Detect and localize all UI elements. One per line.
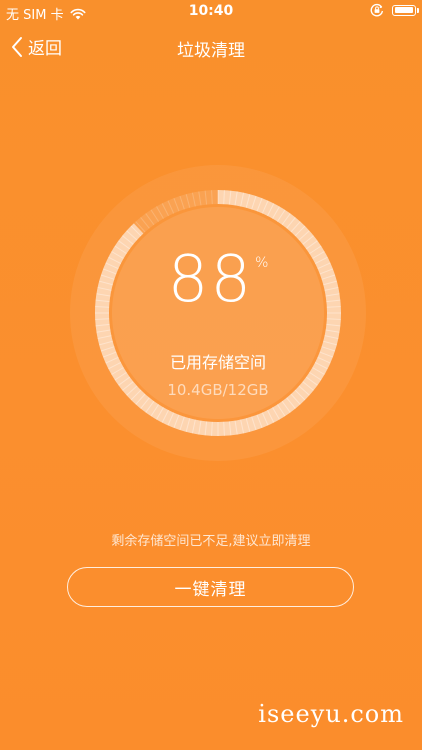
low-storage-hint: 剩余存储空间已不足,建议立即清理 — [111, 534, 311, 549]
nav-bar: 返回 垃圾清理 — [0, 24, 422, 70]
one-click-clean-button[interactable]: 一键清理 — [67, 567, 354, 607]
status-time: 10:40 — [188, 3, 234, 19]
status-right — [370, 3, 419, 17]
watermark: iseeyu.com — [258, 700, 404, 728]
storage-gauge: 88% 已用存储空间 10.4GB/12GB — [68, 163, 368, 463]
usage-percent-unit: % — [255, 255, 269, 271]
usage-percent: 88% — [68, 248, 368, 312]
usage-percent-value: 88 — [167, 243, 254, 317]
page-title: 垃圾清理 — [177, 41, 245, 61]
status-bar: 无 SIM 卡 10:40 — [0, 0, 422, 24]
battery-fill — [394, 7, 413, 13]
rotation-lock-icon — [370, 3, 384, 17]
battery-icon — [392, 4, 419, 16]
usage-amount: 10.4GB/12GB — [167, 381, 269, 399]
usage-caption: 已用存储空间 — [169, 353, 266, 372]
